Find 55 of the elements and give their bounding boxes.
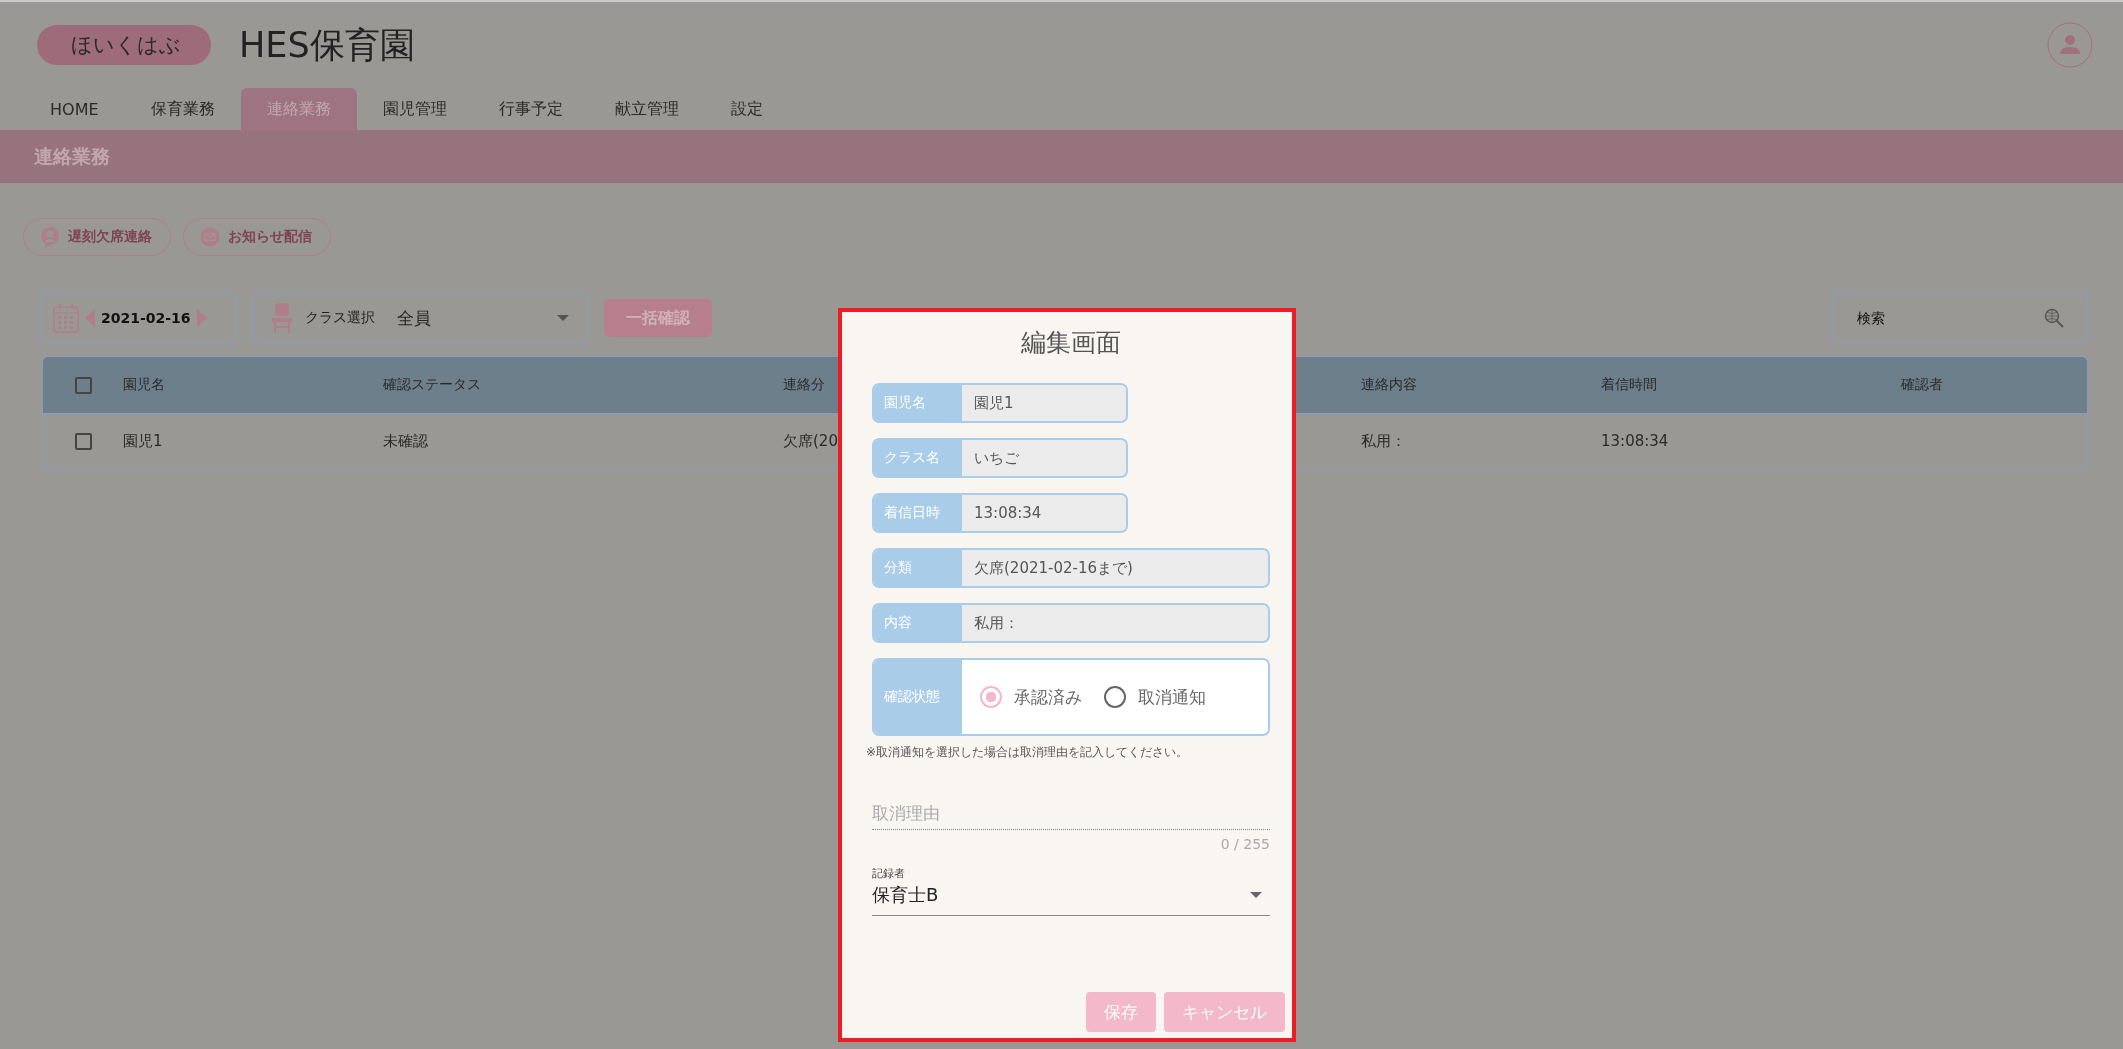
next-arrow-icon[interactable] [196,309,207,327]
class-select[interactable]: クラス選択 全員 [252,292,588,344]
table-cell-text: 13:08:34 [1601,432,1670,450]
status-radio[interactable]: 取消通知 [1104,685,1206,709]
nav-tab[interactable]: 献立管理 [588,88,705,130]
class-select-label: クラス選択 [305,309,375,327]
nav-tab[interactable]: 保育業務 [124,88,241,130]
child-face-icon [40,226,60,248]
field-label: 着信日時 [874,495,962,531]
status-radio[interactable]: 承認済み [980,685,1082,709]
table-cell-text: 私用： [1361,431,1407,451]
caret-icon [557,315,569,321]
field-value: 私用： [973,612,1019,634]
caret-icon [1250,892,1262,898]
table-cell-text: 未確認 [383,431,429,451]
field-value: いちご [973,447,1019,469]
column-header: 確認者 [1901,376,1944,394]
previous-arrow-icon[interactable] [85,309,95,327]
search-field[interactable]: 検索 [1832,292,2088,344]
recorder-select[interactable]: 記録者 保育士B [872,866,1270,916]
column-header: 連絡分 [783,376,826,394]
row-checkbox[interactable] [74,432,92,450]
site-title: HES保育園 [239,23,415,67]
field-value: 13:08:34 [973,503,1042,524]
nav-tab[interactable]: 園児管理 [356,88,473,130]
column-header: 確認ステータス [383,376,482,394]
column-header: 園児名 [123,376,166,394]
field-value: 園児1 [973,392,1014,414]
date-picker[interactable]: 2021-02-16 [40,292,236,344]
nav-tab[interactable]: 設定 [704,88,789,130]
logo: ほいくはぶ [37,25,211,65]
mail-icon [200,227,220,247]
nav-tab[interactable]: HOME [24,88,125,130]
calendar-icon [53,303,79,333]
note-text: ※取消通知を選択した場合は取消理由を記入してください。 [866,744,1190,761]
column-header: 着信時間 [1601,376,1658,394]
chair-icon [271,302,293,334]
table-cell-text: 欠席(20 [783,431,839,451]
date-text: 2021-02-16 [101,310,191,326]
table-cell-text: 園児1 [123,431,164,451]
dialog-title: 編集画面 [1020,327,1122,359]
search-icon [2044,308,2064,328]
field-label: 園児名 [874,385,962,421]
field-label: 分類 [874,550,962,586]
field-label: 確認状態 [874,660,962,734]
select-all-checkbox[interactable] [74,376,92,394]
class-select-value: 全員 [397,306,431,330]
user-avatar-icon[interactable] [2046,21,2094,69]
nav-tab[interactable]: 行事予定 [472,88,589,130]
field-label: 内容 [874,605,962,641]
character-counter: 0 / 255 [1220,836,1270,852]
field-value: 欠席(2021-02-16まで) [973,557,1133,579]
field-label: クラス名 [874,440,962,476]
column-header: 連絡内容 [1361,376,1418,394]
cancel-reason-field[interactable]: 取消理由 [872,797,1270,830]
